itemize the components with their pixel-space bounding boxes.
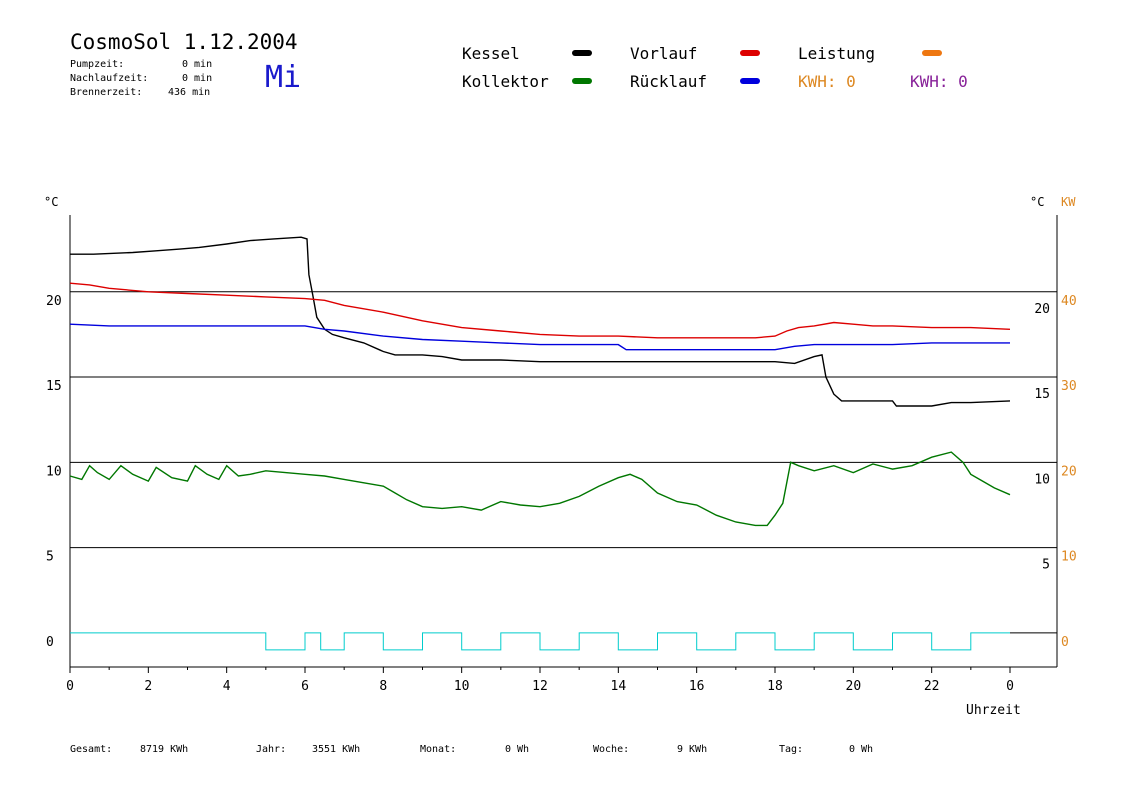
footer-label: Gesamt:	[70, 744, 113, 755]
series-pumpe	[70, 632, 1010, 651]
series-kessel	[70, 236, 1011, 407]
y-left-tick-label: 5	[46, 550, 54, 565]
footer-label: Tag:	[779, 744, 804, 755]
temperature-chart: 0 2 4 6 8 10 12 14 16 18 20 22 0 0 5 10 15 20 5 10 15 20 0 10 20…	[44, 195, 1077, 718]
footer-value: 9 KWh	[677, 744, 708, 755]
footer-value: 0 Wh	[849, 744, 874, 755]
x-tick-label: 0	[1006, 679, 1014, 694]
y-inner-tick-label: 15	[1034, 387, 1050, 402]
x-tick-label: 16	[689, 679, 705, 694]
series-kollektor	[69, 451, 1011, 527]
axis-ticks: 0 2 4 6 8 10 12 14 16 18 20 22 0 0 5 10 15 20 5 10 15 20 0 10 20…	[46, 294, 1077, 694]
footer-label: Woche:	[593, 744, 630, 755]
x-tick-label: 18	[767, 679, 783, 694]
footer-label: Jahr:	[256, 744, 287, 755]
y-right2-tick-label: 0	[1061, 635, 1069, 650]
y-inner-tick-label: 10	[1034, 472, 1050, 487]
x-tick-label: 20	[846, 679, 862, 694]
y-left-tick-label: 10	[46, 464, 62, 479]
x-tick-label: 14	[611, 679, 627, 694]
y-right2-tick-label: 20	[1061, 464, 1077, 479]
y-left-tick-label: 15	[46, 379, 62, 394]
footer-value: 0 Wh	[505, 744, 530, 755]
y-right2-unit: KW	[1061, 195, 1076, 209]
y-left-tick-label: 0	[46, 635, 54, 650]
series-rcklauf	[69, 323, 1010, 351]
x-tick-label: 10	[454, 679, 470, 694]
x-tick-label: 22	[924, 679, 940, 694]
y-inner-tick-label: 20	[1034, 302, 1050, 317]
footer-value: 3551 KWh	[312, 744, 361, 755]
footer-value: 8719 KWh	[140, 744, 189, 755]
series-lines	[69, 236, 1011, 651]
x-axis-label: Uhrzeit	[966, 703, 1021, 718]
axes	[69, 215, 1058, 668]
y-left-unit: °C	[44, 195, 58, 209]
x-tick-label: 4	[223, 679, 231, 694]
gridlines	[70, 291, 1057, 634]
y-right2-tick-label: 10	[1061, 550, 1077, 565]
x-tick-label: 2	[144, 679, 152, 694]
x-tick-label: 8	[379, 679, 387, 694]
y-right2-tick-label: 30	[1061, 379, 1077, 394]
x-tick-label: 6	[301, 679, 309, 694]
y-right2-tick-label: 40	[1061, 294, 1077, 309]
y-right-unit: °C	[1030, 195, 1044, 209]
x-tick-label: 0	[66, 679, 74, 694]
footer-label: Monat:	[420, 744, 457, 755]
y-inner-tick-label: 5	[1042, 558, 1050, 573]
y-left-tick-label: 20	[46, 294, 62, 309]
x-tick-label: 12	[532, 679, 548, 694]
